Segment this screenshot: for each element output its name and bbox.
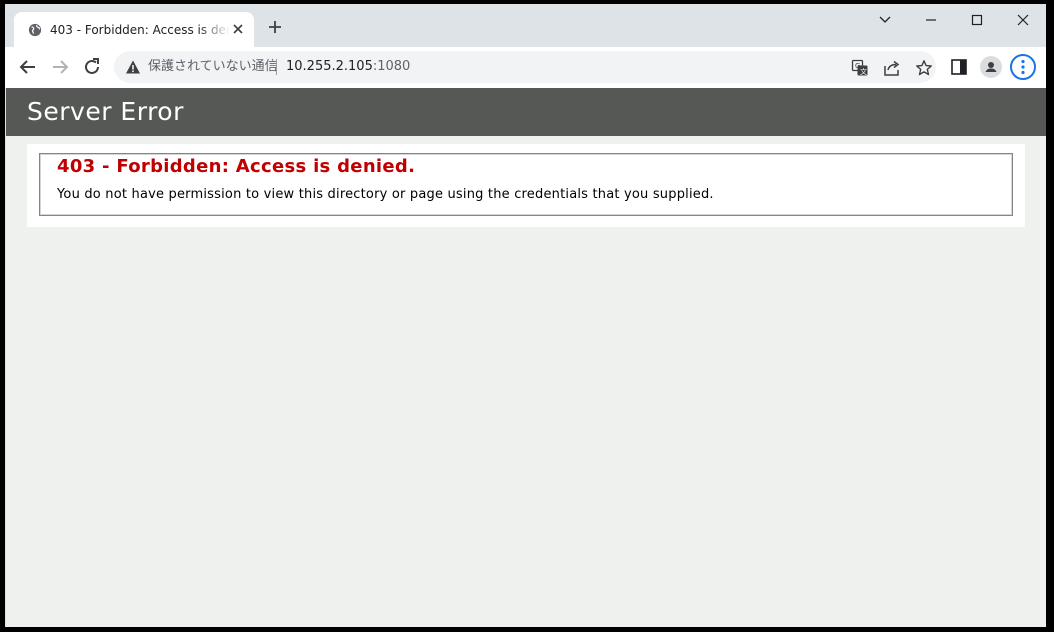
menu-button[interactable] [1010,54,1036,80]
kebab-menu-icon [1021,59,1025,75]
page-title: Server Error [27,97,184,126]
address-bar[interactable]: 保護されていない通信 10.255.2.105:1080 G 文 [114,51,936,83]
svg-text:文: 文 [860,67,867,76]
browser-toolbar: 保護されていない通信 10.255.2.105:1080 G 文 [5,47,1046,88]
tab-strip: 403 - Forbidden: Access is denied. [5,4,1046,47]
error-title: 403 - Forbidden: Access is denied. [57,156,416,177]
warning-icon[interactable] [125,59,141,75]
tab-title: 403 - Forbidden: Access is denied. [50,23,230,37]
star-icon[interactable] [915,59,933,77]
error-content: 403 - Forbidden: Access is denied. You d… [27,144,1025,227]
globe-icon [28,23,42,37]
page-viewport: Server Error 403 - Forbidden: Access is … [6,88,1046,627]
security-label[interactable]: 保護されていない通信 [148,51,278,83]
close-icon[interactable] [231,22,245,36]
maximize-icon[interactable] [967,12,987,28]
error-box: 403 - Forbidden: Access is denied. You d… [39,153,1013,216]
arrow-right-icon[interactable] [49,56,71,78]
translate-icon[interactable]: G 文 [851,59,869,77]
url-port: :1080 [372,59,411,74]
plus-icon[interactable] [266,18,284,36]
close-window-icon[interactable] [1013,12,1033,28]
browser-tab[interactable]: 403 - Forbidden: Access is denied. [14,12,254,47]
url-host: 10.255.2.105 [286,59,373,74]
minimize-icon[interactable] [921,12,941,28]
arrow-left-icon[interactable] [17,56,39,78]
url-text[interactable]: 10.255.2.105:1080 [286,51,410,83]
reload-icon[interactable] [81,56,103,78]
profile-icon[interactable] [980,56,1002,78]
error-message: You do not have permission to view this … [57,187,714,202]
omnibox-divider [276,59,277,75]
chevron-down-icon[interactable] [875,12,895,28]
share-icon[interactable] [883,59,901,77]
server-error-header: Server Error [6,88,1046,136]
browser-window: 403 - Forbidden: Access is denied. [5,4,1046,627]
side-panel-icon[interactable] [950,58,968,76]
